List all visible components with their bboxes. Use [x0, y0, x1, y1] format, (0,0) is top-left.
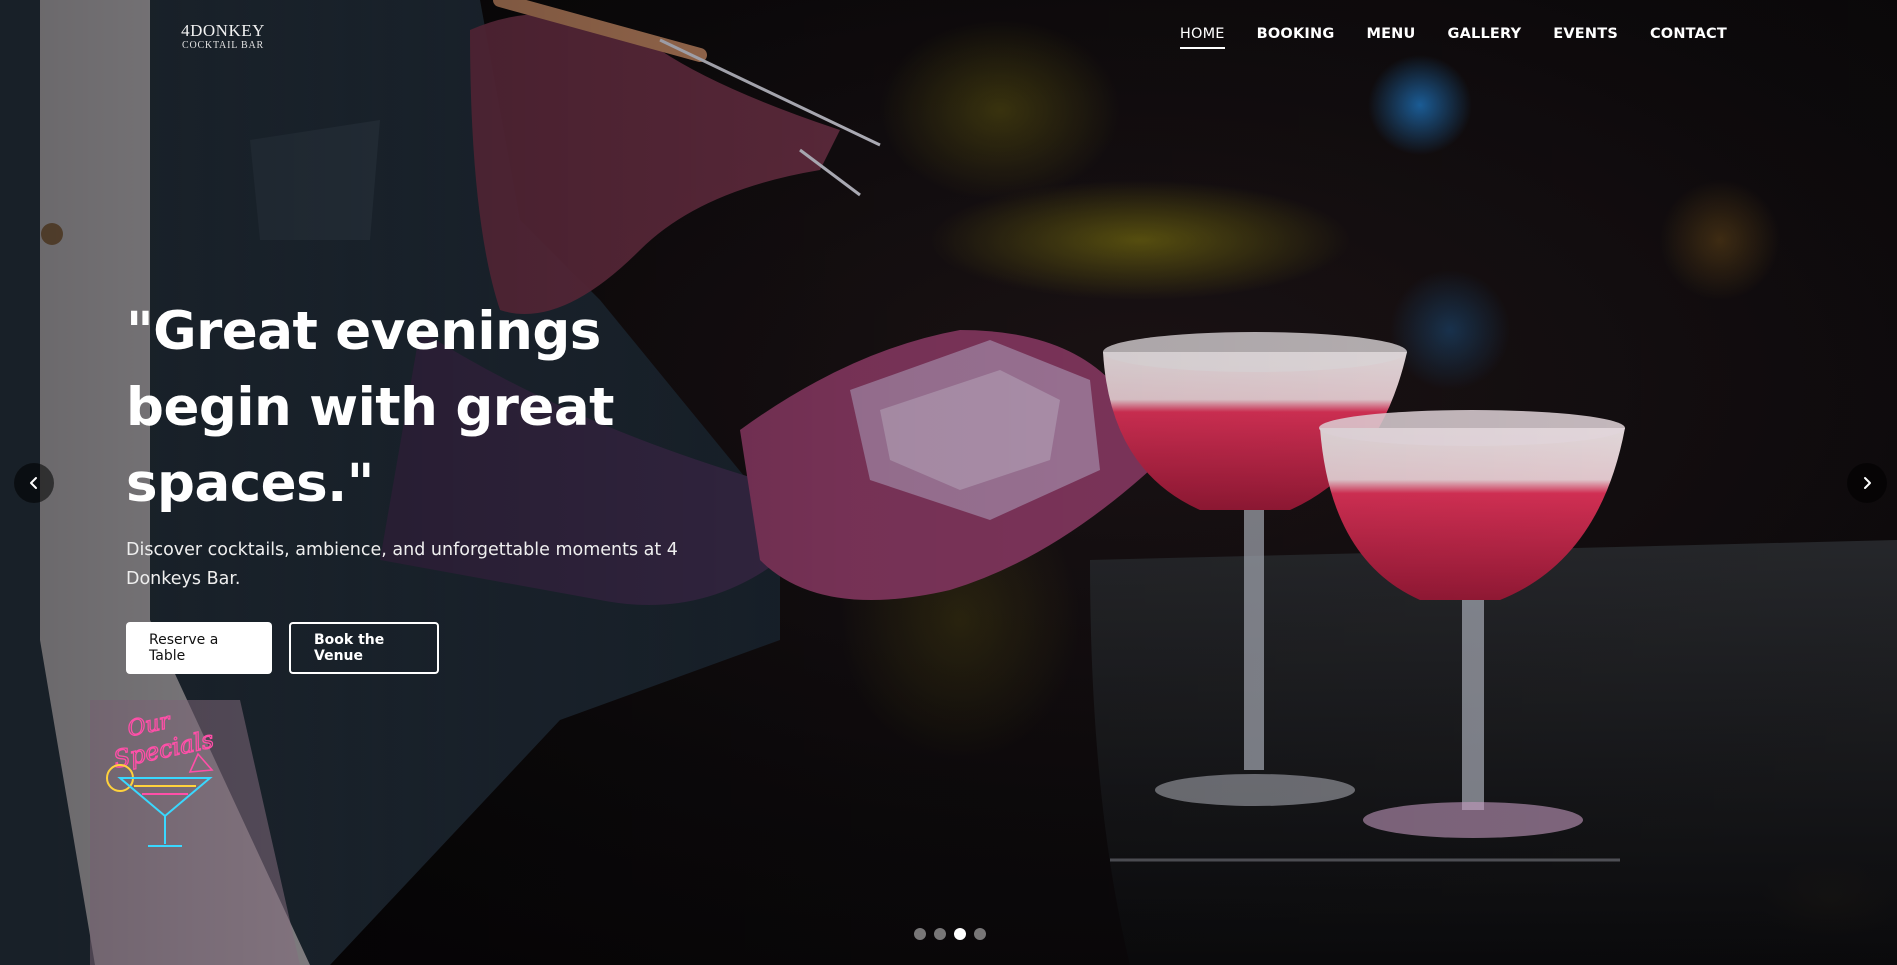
nav-item-booking[interactable]: BOOKING [1257, 26, 1335, 47]
carousel-indicators [914, 928, 986, 940]
reserve-table-button[interactable]: Reserve a Table [126, 622, 272, 674]
carousel-dot-4[interactable] [974, 928, 986, 940]
carousel-dot-1[interactable] [914, 928, 926, 940]
chevron-right-icon [1864, 477, 1871, 489]
carousel-dot-3[interactable] [954, 928, 966, 940]
hero-headline: "Great evenings begin with great spaces.… [126, 301, 614, 514]
cocktail-glass-icon: Our Specials [106, 708, 217, 847]
carousel-next-button[interactable] [1847, 463, 1887, 503]
hero-subtext: Discover cocktails, ambience, and unforg… [126, 540, 678, 589]
main-navigation: HOME BOOKING MENU GALLERY EVENTS CONTACT [1179, 26, 1727, 49]
carousel-prev-button[interactable] [14, 463, 54, 503]
logo-wordmark: 4DONKEY [181, 21, 265, 40]
nav-item-events[interactable]: EVENTS [1553, 26, 1618, 47]
nav-item-gallery[interactable]: GALLERY [1447, 26, 1521, 47]
book-venue-button[interactable]: Book the Venue [289, 622, 439, 674]
chevron-left-icon [30, 477, 37, 489]
nav-item-contact[interactable]: CONTACT [1650, 26, 1727, 47]
hero-content: "Great evenings begin with great spaces.… [126, 294, 726, 594]
logo-tagline: COCKTAIL BAR [181, 40, 265, 51]
site-logo[interactable]: 4DONKEY COCKTAIL BAR [178, 22, 268, 51]
carousel-dot-2[interactable] [934, 928, 946, 940]
hero-cta-row: Reserve a Table Book the Venue [126, 622, 439, 674]
specials-neon-sign[interactable]: Our Specials [100, 706, 220, 852]
nav-item-home[interactable]: HOME [1179, 26, 1225, 49]
nav-item-menu[interactable]: MENU [1366, 26, 1415, 47]
hero-slider: 4DONKEY COCKTAIL BAR HOME BOOKING MENU G… [0, 0, 1897, 965]
